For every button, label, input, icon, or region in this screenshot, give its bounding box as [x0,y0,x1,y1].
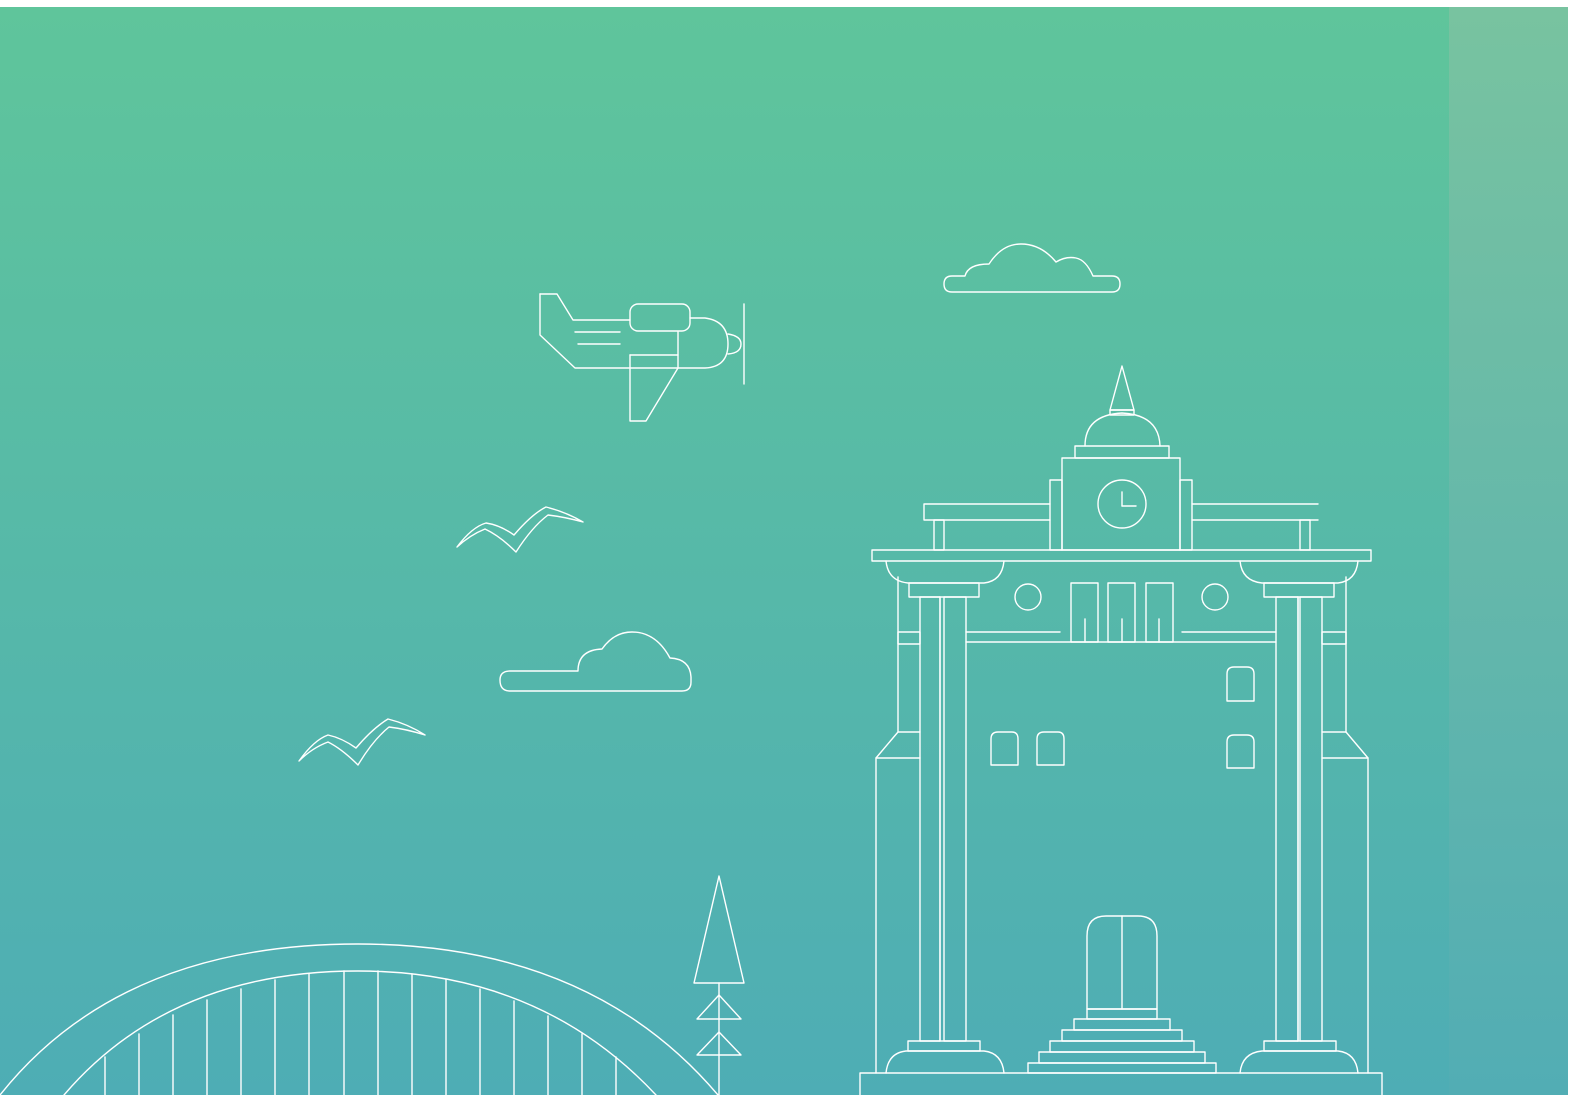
right-edge-strip [1449,7,1568,1095]
sky-gradient [0,7,1568,1095]
poster-background [0,0,1588,1109]
cityscape-illustration [0,7,1568,1095]
gradient-canvas [0,7,1568,1095]
